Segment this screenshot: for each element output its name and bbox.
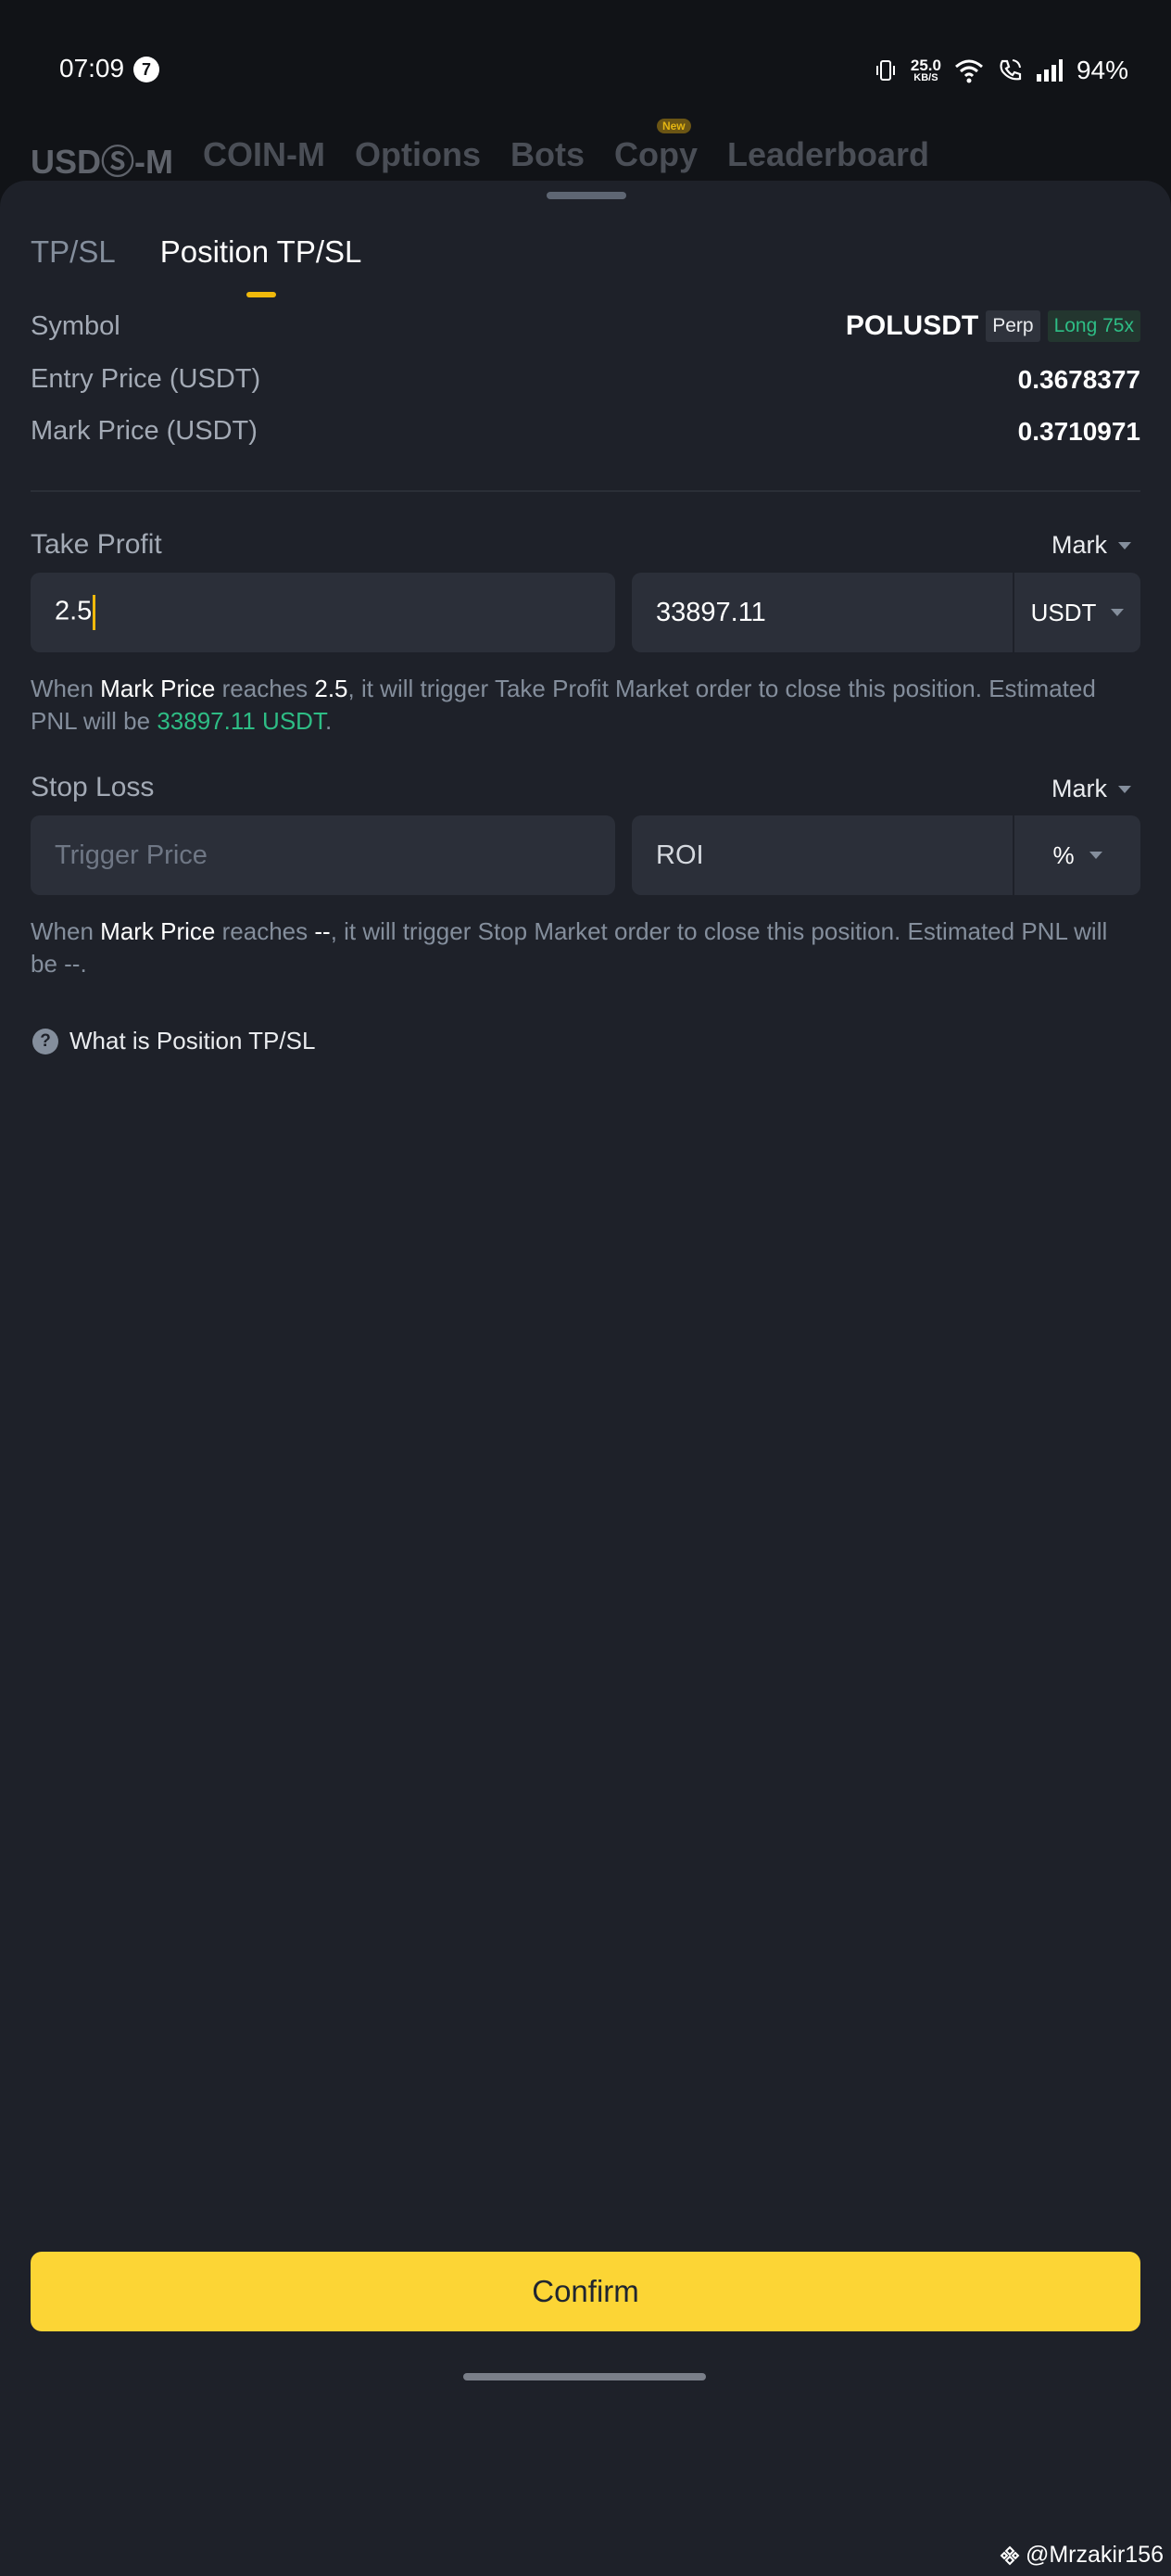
watermark-text: @Mrzakir156 bbox=[1025, 2542, 1164, 2568]
help-link-text: What is Position TP/SL bbox=[69, 1027, 316, 1054]
nav-leaderboard[interactable]: Leaderboard bbox=[727, 135, 929, 183]
notification-count-icon: 7 bbox=[133, 57, 159, 82]
symbol-label: Symbol bbox=[31, 310, 120, 341]
wifi-icon bbox=[954, 59, 983, 83]
chevron-down-icon bbox=[1118, 541, 1131, 549]
mark-price-label: Mark Price (USDT) bbox=[31, 416, 258, 446]
status-icons: 25.0 KB/S 94% bbox=[874, 52, 1128, 89]
tp-price-type-dropdown[interactable]: Mark bbox=[1051, 531, 1131, 560]
question-icon: ? bbox=[32, 1028, 58, 1054]
help-link[interactable]: ? What is Position TP/SL bbox=[32, 1027, 315, 1055]
wifi-calling-icon bbox=[1000, 59, 1022, 81]
tp-trigger-value: 2.5 bbox=[55, 596, 93, 626]
sl-trigger-input[interactable]: Trigger Price bbox=[31, 815, 615, 895]
confirm-button[interactable]: Confirm bbox=[31, 2252, 1140, 2331]
network-speed: 25.0 KB/S bbox=[910, 57, 941, 83]
text-cursor bbox=[93, 595, 96, 630]
status-time: 07:09 bbox=[59, 54, 125, 82]
nav-copy: Copy bbox=[613, 135, 698, 173]
chevron-down-icon bbox=[1089, 852, 1102, 859]
perp-tag: Perp bbox=[986, 310, 1040, 342]
watermark: @Mrzakir156 bbox=[1000, 2542, 1164, 2569]
tp-pnl-input[interactable]: 33897.11 USDT bbox=[632, 573, 1140, 652]
sl-trigger-placeholder: Trigger Price bbox=[55, 840, 208, 870]
nav-bots[interactable]: Bots bbox=[510, 135, 585, 183]
tp-description: When Mark Price reaches 2.5, it will tri… bbox=[31, 675, 1096, 735]
signal-icon bbox=[1036, 59, 1063, 82]
nav-copy-wrap[interactable]: Copy New bbox=[613, 119, 698, 183]
tpsl-tabs: TP/SL Position TP/SL bbox=[31, 234, 361, 297]
tab-tpsl[interactable]: TP/SL bbox=[31, 234, 116, 270]
status-bar: 07:09 7 25.0 KB/S 94% bbox=[0, 0, 1171, 102]
home-indicator[interactable] bbox=[463, 2373, 706, 2380]
tp-unit-dropdown[interactable]: USDT bbox=[1013, 573, 1140, 652]
battery-level: 94% bbox=[1076, 56, 1128, 84]
divider bbox=[31, 490, 1140, 492]
tp-unit-label: USDT bbox=[1030, 598, 1097, 626]
sl-description: When Mark Price reaches --, it will trig… bbox=[31, 917, 1108, 978]
entry-price-label: Entry Price (USDT) bbox=[31, 364, 261, 394]
tp-pnl-value: 33897.11 bbox=[656, 597, 766, 627]
stop-loss-title: Stop Loss bbox=[31, 772, 155, 802]
symbol-row: Symbol POLUSDT Perp Long 75x bbox=[31, 310, 1140, 342]
sl-unit-label: % bbox=[1052, 840, 1075, 869]
nav-options[interactable]: Options bbox=[355, 135, 481, 183]
nav-usdm[interactable]: USDⓈ-M bbox=[31, 135, 173, 183]
sl-roi-input[interactable]: ROI % bbox=[632, 815, 1140, 895]
mark-price-value: 0.3710971 bbox=[1017, 416, 1140, 446]
tpsl-sheet: TP/SL Position TP/SL Symbol POLUSDT Perp… bbox=[0, 181, 1171, 2576]
entry-price-row: Entry Price (USDT) 0.3678377 bbox=[31, 364, 1140, 395]
drag-handle[interactable] bbox=[547, 192, 626, 199]
sl-unit-dropdown[interactable]: % bbox=[1013, 815, 1140, 895]
sl-price-type-dropdown[interactable]: Mark bbox=[1051, 775, 1131, 803]
binance-logo-icon bbox=[1000, 2545, 1020, 2565]
new-badge: New bbox=[656, 119, 691, 133]
vibrate-icon bbox=[875, 60, 895, 81]
tab-position-tpsl[interactable]: Position TP/SL bbox=[160, 234, 361, 297]
nav-coinm[interactable]: COIN-M bbox=[203, 135, 325, 183]
sl-price-type-label: Mark bbox=[1051, 775, 1107, 802]
chevron-down-icon bbox=[1118, 785, 1131, 793]
chevron-down-icon bbox=[1111, 609, 1125, 616]
entry-price-value: 0.3678377 bbox=[1017, 364, 1140, 394]
tp-price-type-label: Mark bbox=[1051, 531, 1107, 559]
sl-roi-placeholder: ROI bbox=[656, 840, 704, 870]
symbol-value: POLUSDT bbox=[845, 310, 979, 341]
tp-trigger-input[interactable]: 2.5 bbox=[31, 573, 615, 652]
take-profit-title: Take Profit bbox=[31, 529, 162, 560]
mark-price-row: Mark Price (USDT) 0.3710971 bbox=[31, 416, 1140, 447]
long-leverage-tag: Long 75x bbox=[1047, 310, 1140, 342]
